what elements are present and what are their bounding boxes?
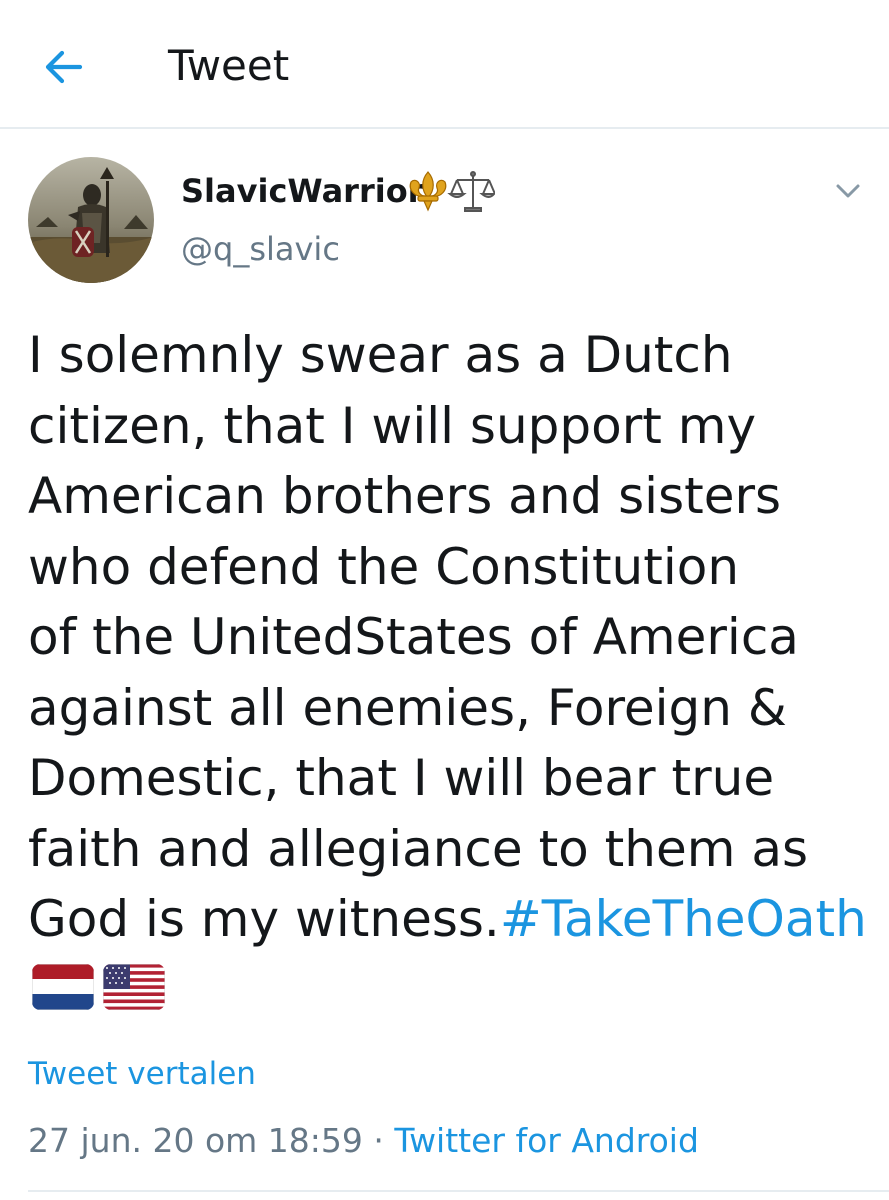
name-emoji-badges: [405, 168, 497, 214]
tweet-text-line: Domestic, that I will bear true: [28, 749, 775, 807]
page-title: Tweet: [168, 41, 290, 90]
top-app-bar: Tweet: [0, 0, 889, 128]
tweet-text-line: of the UnitedStates of America: [28, 608, 799, 666]
usa-flag-icon: [103, 964, 165, 1010]
user-handle[interactable]: @q_slavic: [181, 228, 340, 270]
display-name[interactable]: SlavicWarrior: [181, 170, 423, 212]
tweet-text-line: who defend the Constitution: [28, 537, 740, 596]
tweet-text-last-line: God is my witness.#TakeTheOath: [28, 884, 868, 955]
footer-divider: [28, 1190, 889, 1192]
chevron-down-icon: [836, 184, 860, 198]
fleur-de-lis-icon: [409, 171, 447, 212]
arrow-left-icon: [45, 50, 83, 84]
back-button[interactable]: [40, 44, 86, 90]
tweet-text: I solemnly swear as a Dutch citizen, tha…: [28, 320, 868, 955]
tweet-text-line: faith and allegiance to them as: [28, 819, 809, 878]
avatar-image: [28, 157, 154, 283]
meta-separator: ·: [373, 1121, 384, 1160]
avatar[interactable]: [28, 157, 154, 283]
hashtag-link[interactable]: #TakeTheOath: [500, 890, 867, 948]
tweet-text-line: God is my witness.: [28, 890, 500, 948]
header-divider: [0, 127, 889, 129]
tweet-meta: 27 jun. 20 om 18:59 · Twitter for Androi…: [28, 1119, 699, 1163]
netherlands-flag-icon: [32, 964, 94, 1010]
more-options-button[interactable]: [833, 176, 863, 206]
tweet-text-line: American brothers and sisters: [28, 467, 782, 525]
tweet-source-link[interactable]: Twitter for Android: [394, 1121, 699, 1160]
tweet-detail-screen: Tweet SlavicWarrior @q_slavic I solemnly…: [0, 0, 889, 1200]
tweet-timestamp: 27 jun. 20 om 18:59: [28, 1121, 363, 1160]
translate-tweet-link[interactable]: Tweet vertalen: [28, 1054, 256, 1094]
tweet-text-line: against all enemies, Foreign &: [28, 678, 787, 737]
tweet-text-line: I solemnly swear as a Dutch: [28, 326, 733, 384]
balance-scale-icon: [447, 171, 497, 212]
tweet-text-line: citizen, that I will support my: [28, 396, 757, 455]
